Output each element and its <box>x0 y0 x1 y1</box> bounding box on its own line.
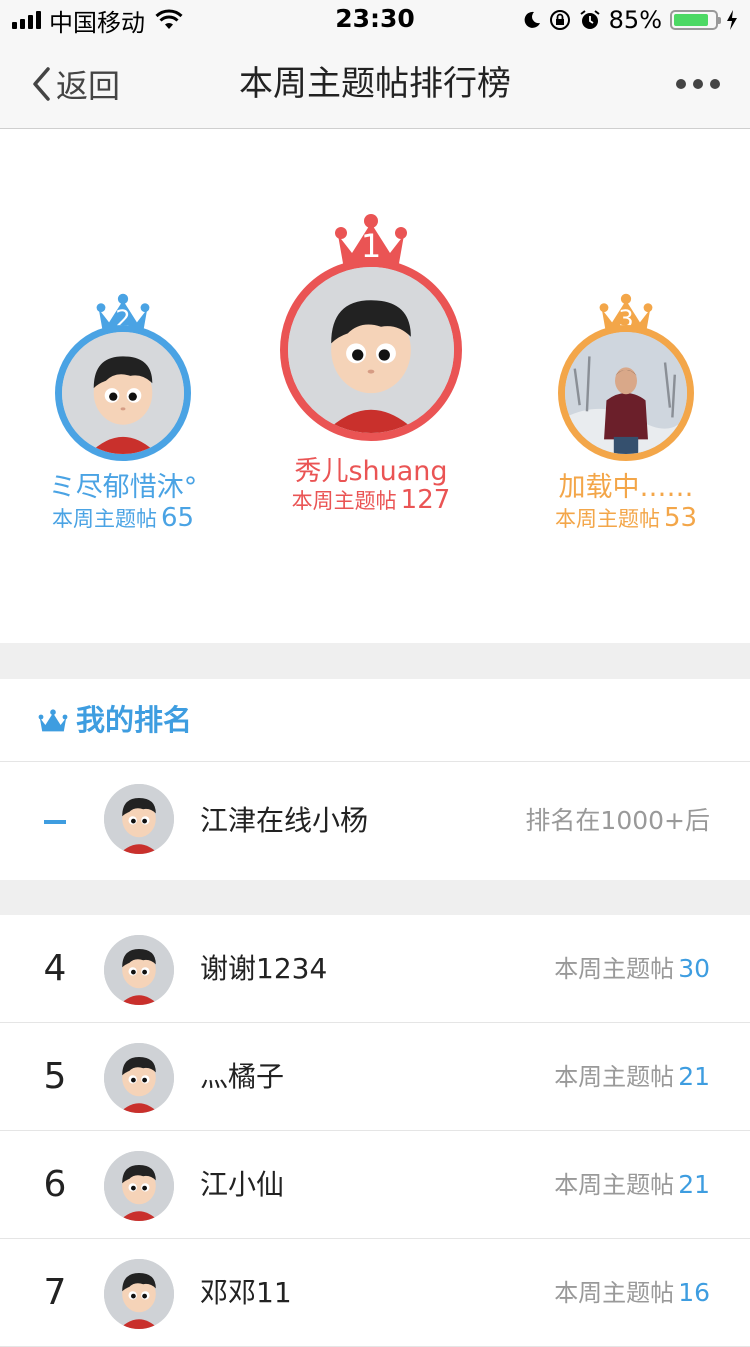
podium-name: 秀儿shuang <box>294 456 448 487</box>
post-count-value: 21 <box>678 1170 710 1199</box>
post-count-label: 本周主题帖 <box>554 1171 675 1199</box>
rank-number: 4 <box>43 948 67 989</box>
rank-number: 5 <box>43 1056 67 1097</box>
post-count-label: 本周主题帖 <box>554 955 675 983</box>
ranking-row[interactable]: 7 邓邓11 本周主题帖 16 <box>0 1239 750 1347</box>
moon-icon <box>524 11 540 28</box>
podium-count: 本周主题帖 53 <box>554 503 698 533</box>
top-three-podium: 1 秀儿shuang 本周主题帖 127 2 ミ尽郁惜沐° 本周主题帖 65 3… <box>0 129 750 643</box>
avatar <box>104 935 174 1005</box>
post-count: 本周主题帖 21 <box>554 1023 710 1130</box>
ranking-row[interactable]: 5 灬橘子 本周主题帖 21 <box>0 1023 750 1131</box>
post-count: 本周主题帖 21 <box>554 1131 710 1238</box>
post-count-label: 本周主题帖 <box>554 1063 675 1091</box>
podium-name: 加载中…… <box>558 472 694 503</box>
section-divider <box>0 880 750 915</box>
avatar <box>104 1151 174 1221</box>
status-bar: 中国移动 23:30 85% <box>0 0 750 40</box>
section-divider <box>0 643 750 679</box>
podium-count: 本周主题帖 127 <box>291 485 451 515</box>
avatar <box>280 259 462 441</box>
podium-count: 本周主题帖 65 <box>51 503 195 533</box>
post-count: 本周主题帖 16 <box>554 1239 710 1346</box>
podium-name: ミ尽郁惜沐° <box>48 472 198 503</box>
alarm-icon <box>580 10 600 29</box>
battery-percent: 85% <box>608 6 662 34</box>
podium-second[interactable]: 2 ミ尽郁惜沐° 本周主题帖 65 <box>49 293 197 543</box>
user-name: 江津在线小杨 <box>200 804 369 837</box>
user-name: 江小仙 <box>200 1168 285 1201</box>
post-count-value: 30 <box>678 954 710 983</box>
ranking-row[interactable]: 6 江小仙 本周主题帖 21 <box>0 1131 750 1239</box>
my-rank-title: 我的排名 <box>76 703 193 737</box>
user-name: 谢谢1234 <box>200 952 328 985</box>
nav-bar: 返回 本周主题帖排行榜 <box>0 40 750 129</box>
cartoon-avatar-icon <box>288 267 454 433</box>
post-count-value: 21 <box>678 1062 710 1091</box>
cartoon-avatar-icon <box>62 332 184 454</box>
battery-icon <box>670 10 721 30</box>
charging-icon <box>727 10 737 30</box>
podium-first[interactable]: 1 秀儿shuang 本周主题帖 127 <box>280 213 462 515</box>
cartoon-avatar-icon <box>104 935 174 1005</box>
orientation-lock-icon <box>549 10 570 30</box>
my-rank-header: 我的排名 <box>0 679 750 762</box>
cartoon-avatar-icon <box>104 784 174 854</box>
my-rank-row[interactable]: 江津在线小杨 排名在1000+后 <box>0 762 750 881</box>
rank-status: 排名在1000+后 <box>525 806 710 835</box>
avatar <box>104 784 174 854</box>
cartoon-avatar-icon <box>104 1151 174 1221</box>
page-title: 本周主题帖排行榜 <box>239 64 511 104</box>
crown-icon <box>38 709 68 732</box>
avatar <box>558 325 694 461</box>
post-count-value: 16 <box>678 1278 710 1307</box>
more-button[interactable] <box>676 40 720 128</box>
post-count-label: 本周主题帖 <box>554 1279 675 1307</box>
cartoon-avatar-icon <box>104 1043 174 1113</box>
user-name: 邓邓11 <box>200 1276 292 1309</box>
rank-number: 7 <box>43 1272 67 1313</box>
user-name: 灬橘子 <box>200 1060 285 1093</box>
avatar <box>104 1259 174 1329</box>
post-count: 本周主题帖 30 <box>554 915 710 1022</box>
ranking-row[interactable]: 4 谢谢1234 本周主题帖 30 <box>0 915 750 1023</box>
avatar <box>55 325 191 461</box>
podium-third[interactable]: 3 加载中…… 本周主题帖 53 <box>555 293 697 543</box>
rank-number: 6 <box>43 1164 67 1205</box>
avatar <box>104 1043 174 1113</box>
photo-avatar-icon <box>565 332 687 454</box>
cartoon-avatar-icon <box>104 1259 174 1329</box>
no-rank-indicator <box>44 820 66 824</box>
